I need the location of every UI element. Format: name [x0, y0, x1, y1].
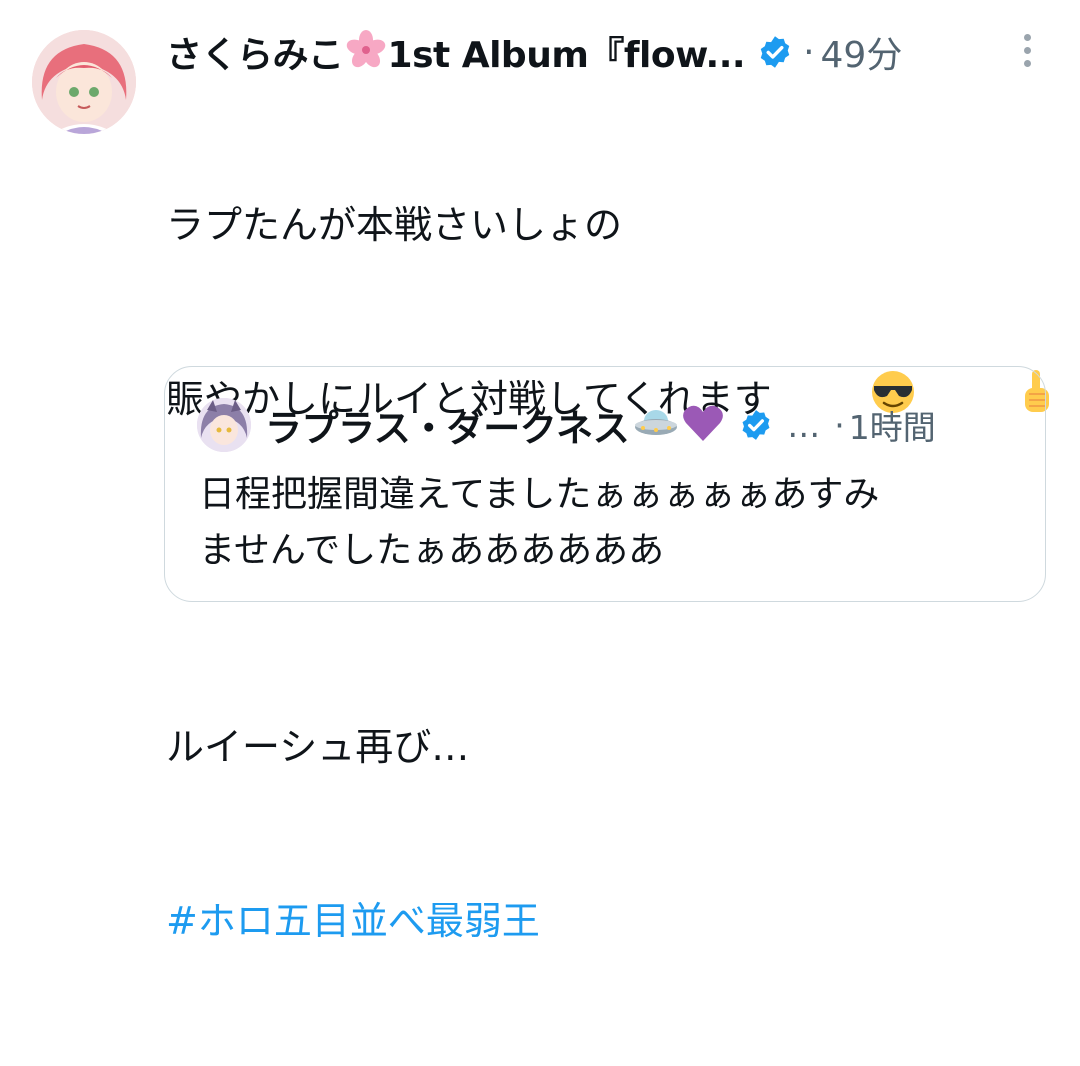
meta-separator: · [834, 405, 845, 445]
quoted-timestamp[interactable]: 1時間 [849, 401, 936, 449]
quoted-name-ellipsis: … [787, 405, 821, 445]
tweet-header: さくらみこ 1st Album『flow... · 49分 [166, 24, 902, 80]
quoted-line: 日程把握間違えてましたぁぁぁぁぁあすみ [199, 474, 880, 515]
ufo-emoji [633, 403, 679, 447]
timestamp[interactable]: 49分 [821, 26, 903, 78]
purple-heart-emoji [681, 403, 725, 447]
tweet-line: ルイーシュ再び… [166, 725, 470, 769]
hashtag-link[interactable]: #ホロ五目並べ最弱王 [166, 892, 1059, 950]
tweet-line: ラプたんが本戦さいしょの [166, 203, 623, 247]
meta-separator: · [803, 31, 815, 73]
tweet[interactable]: さくらみこ 1st Album『flow... · 49分 ラプたんが本戦さいし… [0, 0, 1080, 943]
quoted-author-name[interactable]: ラプラス・ダークネス [265, 398, 630, 452]
quoted-tweet-text: 日程把握間違えてましたぁぁぁぁぁあすみ ませんでしたぁああああああ [199, 467, 879, 579]
avatar[interactable] [32, 30, 136, 134]
quoted-tweet-header: ラプラス・ダークネス … · 1時間 [197, 397, 936, 453]
quoted-line: ませんでしたぁああああああ [199, 530, 665, 571]
author-display-suffix[interactable]: 1st Album『flow... [388, 26, 746, 78]
author-name[interactable]: さくらみこ [166, 26, 344, 78]
verified-badge-icon [742, 410, 770, 440]
quoted-avatar[interactable] [197, 398, 251, 452]
more-options-icon[interactable] [1020, 34, 1034, 74]
quoted-tweet[interactable]: ラプラス・ダークネス … · 1時間 日程把握間違えてましたぁぁぁぁぁあすみ ま… [164, 366, 1046, 602]
verified-badge-icon [760, 36, 790, 68]
cherry-blossom-emoji [344, 28, 388, 76]
